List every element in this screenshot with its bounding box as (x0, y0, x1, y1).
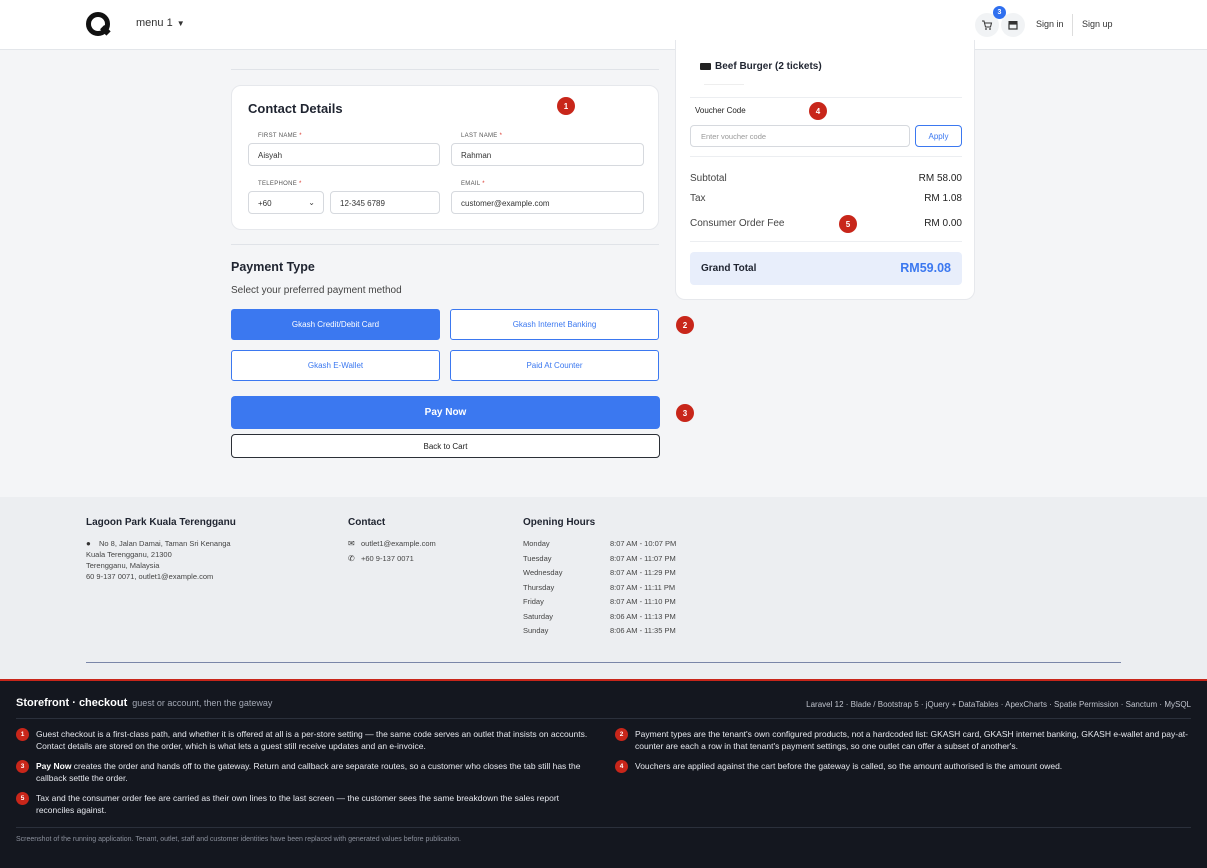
payment-option-ewallet[interactable]: Gkash E-Wallet (231, 350, 440, 381)
grand-total-box: Grand Total RM59.08 (690, 252, 962, 285)
hours-row: Sunday 8:06 AM - 11:35 PM (523, 626, 676, 635)
note-2: Payment types are the tenant's own confi… (635, 729, 1188, 751)
first-name-label: FIRST NAME * (258, 133, 302, 139)
note-marker-3: 3 (16, 760, 29, 773)
top-navbar: menu 1 ▼ 3 Sign in Sign up (0, 0, 1207, 50)
note-marker-2: 2 (615, 728, 628, 741)
payment-option-card[interactable]: Gkash Credit/Debit Card (231, 309, 440, 340)
store-button[interactable] (1001, 13, 1025, 37)
contact-title: Contact (348, 517, 386, 528)
grand-total-value: RM59.08 (900, 261, 951, 275)
annotation-marker-5: 5 (839, 215, 857, 233)
subtotal-value: RM 58.00 (918, 173, 962, 184)
note-1: Guest checkout is a first-class path, an… (36, 729, 588, 751)
note-5: Tax and the consumer order fee are carri… (36, 793, 560, 815)
last-name-field[interactable]: Rahman (451, 143, 644, 166)
annotation-marker-1: 1 (557, 97, 575, 115)
section-divider (231, 244, 659, 245)
last-name-label: LAST NAME * (461, 133, 503, 139)
hours-row: Tuesday 8:07 AM - 11:07 PM (523, 554, 676, 563)
summary-divider (690, 97, 962, 98)
tax-label: Tax (690, 193, 706, 204)
note-3: Pay Now creates the order and hands off … (36, 761, 581, 783)
annotation-panel: Storefront · checkout guest or account, … (0, 679, 1207, 868)
hours-row: Monday 8:07 AM - 10:07 PM (523, 539, 677, 548)
contact-details-card: Contact Details FIRST NAME * Aisyah LAST… (231, 85, 659, 230)
subtotal-label: Subtotal (690, 173, 727, 184)
caret-down-icon: ▼ (176, 19, 185, 28)
payment-type-subtitle: Select your preferred payment method (231, 285, 402, 296)
hours-row: Friday 8:07 AM - 11:10 PM (523, 597, 676, 606)
note-marker-4: 4 (615, 760, 628, 773)
hours-row: Thursday 8:07 AM - 11:11 PM (523, 583, 676, 592)
annotation-footnote: Screenshot of the running application. T… (16, 836, 461, 843)
contact-email[interactable]: ✉ outlet1@example.com (348, 538, 436, 549)
note-4: Vouchers are applied against the cart be… (635, 761, 1063, 771)
tax-row: Tax RM 1.08 (690, 193, 962, 204)
cart-icon (982, 20, 993, 30)
tax-value: RM 1.08 (924, 193, 962, 204)
store-address: ● No 8, Jalan Damai, Taman Sri Kenanga Ku… (86, 539, 231, 581)
previous-section-edge (231, 50, 659, 70)
consumer-fee-value: RM 0.00 (924, 218, 962, 229)
phone-icon: ✆ (348, 554, 355, 563)
annotation-marker-2: 2 (676, 316, 694, 334)
payment-type-title: Payment Type (231, 260, 315, 274)
order-summary-card: Beef Burger (2 tickets) Voucher Code Ent… (675, 40, 975, 300)
sign-in-link[interactable]: Sign in (1036, 19, 1064, 29)
note-marker-1: 1 (16, 728, 29, 741)
consumer-fee-row: Consumer Order Fee RM 0.00 (690, 218, 962, 229)
summary-divider (690, 156, 962, 157)
menu-label: menu 1 (136, 17, 173, 29)
order-item-label: Beef Burger (2 tickets) (715, 61, 822, 72)
panel-divider (16, 827, 1191, 828)
store-footer: Lagoon Park Kuala Terengganu ● No 8, Jala… (0, 497, 1207, 680)
tech-stack: Laravel 12 · Blade / Bootstrap 5 · jQuer… (806, 700, 1191, 709)
email-label: EMAIL * (461, 181, 485, 187)
hours-row: Wednesday 8:07 AM - 11:29 PM (523, 568, 676, 577)
summary-divider (690, 241, 962, 242)
store-name: Lagoon Park Kuala Terengganu (86, 517, 236, 528)
nav-divider (1072, 14, 1073, 36)
voucher-code-label: Voucher Code (695, 106, 746, 115)
back-to-cart-button[interactable]: Back to Cart (231, 434, 660, 458)
email-field[interactable]: customer@example.com (451, 191, 644, 214)
payment-option-counter[interactable]: Paid At Counter (450, 350, 659, 381)
annotation-title: Storefront · checkout guest or account, … (16, 697, 273, 709)
opening-hours-title: Opening Hours (523, 517, 596, 528)
map-pin-icon: ● (86, 539, 91, 548)
ticket-icon (700, 63, 711, 70)
annotation-marker-3: 3 (676, 404, 694, 422)
consumer-fee-label: Consumer Order Fee (690, 218, 785, 229)
payment-option-internet-banking[interactable]: Gkash Internet Banking (450, 309, 659, 340)
contact-phone[interactable]: ✆ +60 9-137 0071 (348, 553, 414, 564)
chevron-down-icon: ⌄ (308, 198, 315, 207)
contact-details-title: Contact Details (248, 101, 343, 116)
item-divider (704, 84, 744, 85)
hours-row: Saturday 8:06 AM - 11:13 PM (523, 612, 676, 621)
apply-voucher-button[interactable]: Apply (915, 125, 962, 147)
note-marker-5: 5 (16, 792, 29, 805)
subtotal-row: Subtotal RM 58.00 (690, 173, 962, 184)
store-icon (1008, 21, 1018, 30)
sign-up-link[interactable]: Sign up (1082, 19, 1113, 29)
first-name-field[interactable]: Aisyah (248, 143, 440, 166)
grand-total-label: Grand Total (701, 263, 757, 274)
annotation-marker-4: 4 (809, 102, 827, 120)
pay-now-button[interactable]: Pay Now (231, 396, 660, 429)
telephone-label: TELEPHONE * (258, 181, 302, 187)
envelope-icon: ✉ (348, 539, 355, 548)
country-code-value: +60 (258, 199, 272, 208)
panel-divider (16, 718, 1191, 719)
footer-rule (86, 662, 1121, 663)
phone-field[interactable]: 12-345 6789 (330, 191, 440, 214)
menu-dropdown[interactable]: menu 1 ▼ (136, 17, 185, 29)
country-code-select[interactable]: +60 ⌄ (248, 191, 324, 214)
brand-logo[interactable] (86, 12, 112, 38)
order-item: Beef Burger (2 tickets) (700, 61, 822, 72)
voucher-code-input[interactable]: Enter voucher code (690, 125, 910, 147)
